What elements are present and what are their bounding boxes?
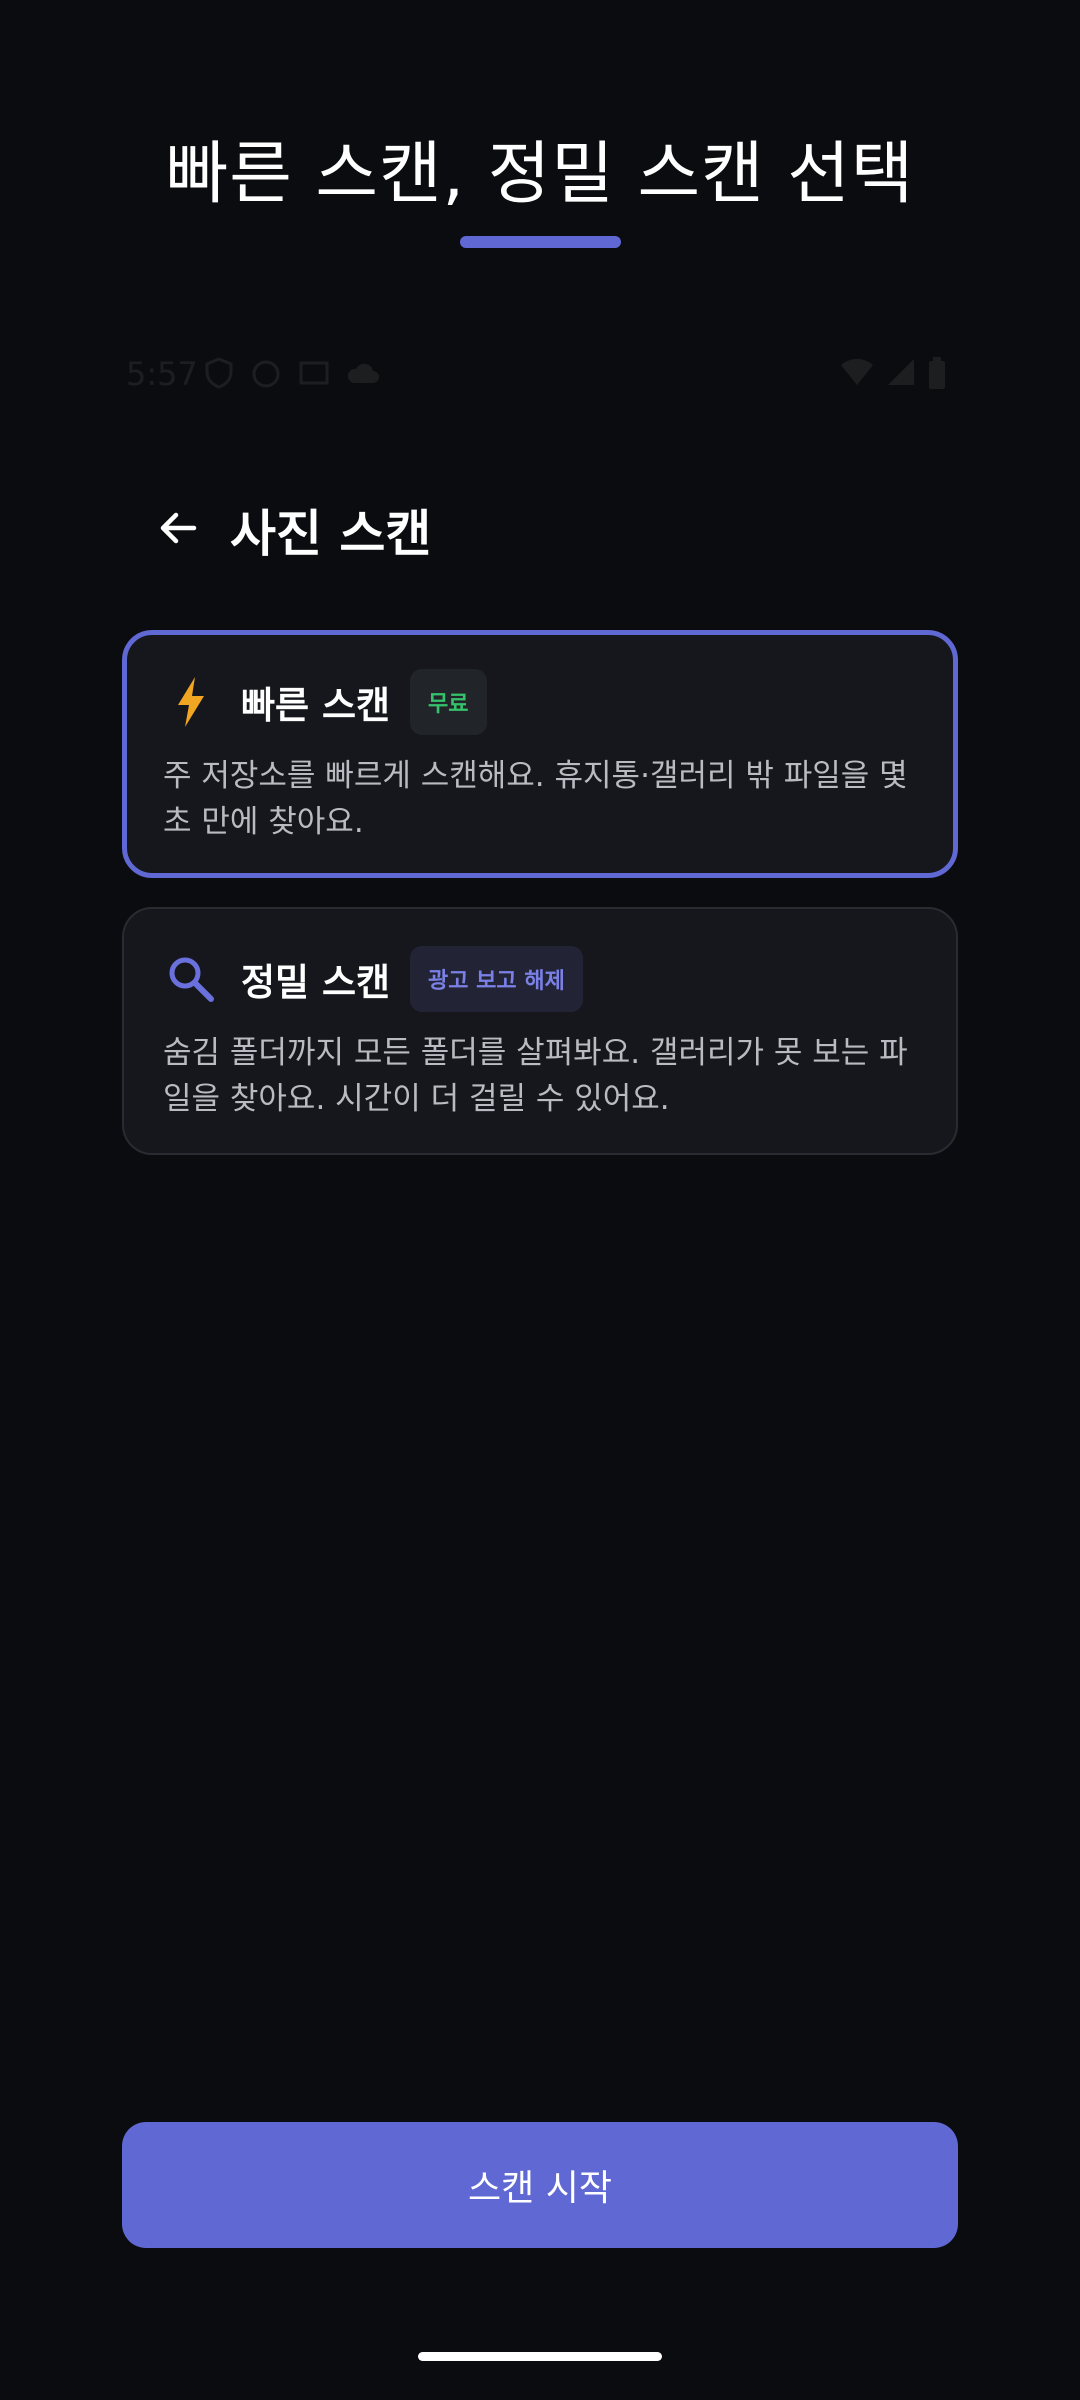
deep-scan-description: 숨김 폴더까지 모든 폴더를 살펴봐요. 갤러리가 못 보는 파일을 찾아요. … bbox=[163, 1035, 908, 1117]
fast-scan-option[interactable]: 빠른 스캔 무료 주 저장소를 빠르게 스캔해요. 휴지통·갤러리 밖 파일을 … bbox=[122, 630, 958, 878]
watch-ad-unlock-badge: 광고 보고 해제 bbox=[410, 946, 583, 1012]
signal-icon bbox=[886, 357, 916, 389]
deep-scan-option[interactable]: 정밀 스캔 광고 보고 해제 숨김 폴더까지 모든 폴더를 살펴봐요. 갤러리가… bbox=[122, 907, 958, 1155]
fast-scan-title: 빠른 스캔 bbox=[241, 684, 391, 727]
shield-icon bbox=[204, 357, 234, 389]
home-indicator[interactable] bbox=[418, 2352, 662, 2361]
search-icon bbox=[163, 951, 219, 1007]
promo-title-underline bbox=[460, 236, 621, 248]
deep-scan-title: 정밀 스캔 bbox=[241, 961, 391, 1004]
window-icon bbox=[298, 357, 330, 389]
lightning-icon bbox=[163, 674, 219, 730]
cat-icon bbox=[250, 357, 282, 389]
arrow-left-icon bbox=[156, 506, 200, 554]
page-title: 사진 스캔 bbox=[230, 505, 432, 563]
cloud-icon bbox=[346, 357, 380, 389]
status-bar: 5:57 bbox=[126, 355, 946, 395]
battery-icon bbox=[928, 357, 946, 389]
promo-title: 빠른 스캔, 정밀 스캔 선택 bbox=[165, 135, 915, 214]
start-scan-button[interactable]: 스캔 시작 bbox=[122, 2122, 958, 2248]
status-time: 5:57 bbox=[126, 355, 198, 393]
back-button[interactable] bbox=[150, 502, 206, 558]
wifi-icon bbox=[840, 357, 874, 389]
app-header: 사진 스캔 bbox=[150, 490, 431, 570]
fast-scan-description: 주 저장소를 빠르게 스캔해요. 휴지통·갤러리 밖 파일을 몇 초 만에 찾아… bbox=[163, 758, 908, 840]
free-badge: 무료 bbox=[410, 669, 487, 735]
